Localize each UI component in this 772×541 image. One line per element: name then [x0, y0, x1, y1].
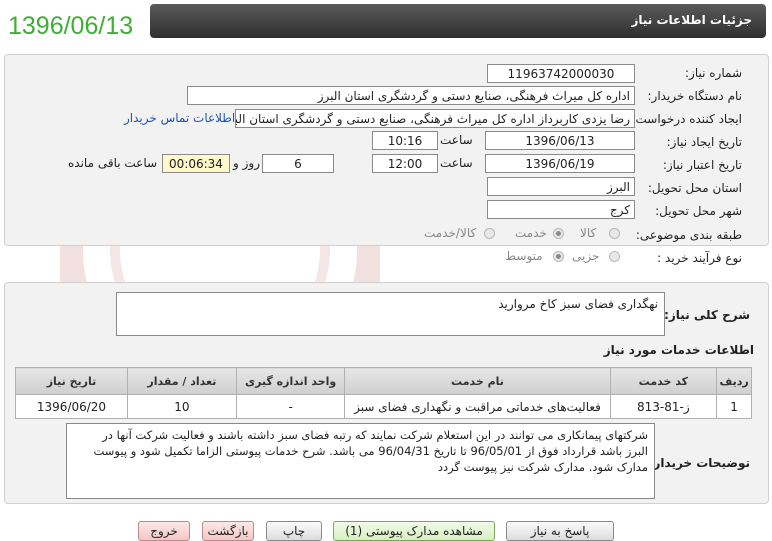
summary-field[interactable]: نهگداری فضای سبز کاخ مروارید	[116, 292, 665, 336]
process-option-minor: جزیی	[572, 249, 600, 263]
category-label: طبقه بندی موضوعی:	[635, 228, 742, 242]
back-button[interactable]: بازگشت	[202, 521, 254, 541]
province-field[interactable]: البرز	[487, 177, 635, 196]
need-number-label: شماره نیاز:	[685, 66, 742, 80]
buyer-notes-line-3: مدارک شود. مدارک شرکت نیز پیوست گردد	[437, 460, 648, 474]
cell-unit: -	[235, 394, 346, 419]
table-header-row: ردیف کد خدمت نام خدمت واحد اندازه گیری ت…	[15, 367, 752, 395]
col-row: ردیف	[716, 367, 752, 395]
summary-label: شرح کلی نیاز:	[664, 308, 750, 322]
cell-quantity: 10	[126, 394, 237, 419]
col-service-code: کد خدمت	[609, 367, 718, 395]
buyer-notes-line-2: البرز باشد قرارداد فوق از 96/05/01 تا تا…	[93, 444, 649, 458]
process-radio-minor[interactable]	[609, 251, 620, 262]
category-option-service: خدمت	[515, 226, 547, 240]
city-field[interactable]: کرج	[487, 200, 635, 219]
services-title: اطلاعات خدمات مورد نیاز	[603, 343, 754, 357]
print-button[interactable]: چاپ	[266, 521, 322, 541]
validity-time-field[interactable]: 12:00	[372, 154, 438, 173]
col-need-date: تاریخ نیاز	[15, 367, 128, 395]
category-radio-goods-service[interactable]	[484, 228, 495, 239]
services-table: ردیف کد خدمت نام خدمت واحد اندازه گیری ت…	[15, 367, 752, 419]
view-attachments-button[interactable]: مشاهده مدارک پیوستی (1)	[333, 521, 495, 541]
cell-need-date: 1396/06/20	[15, 394, 128, 419]
created-time-label: ساعت	[440, 133, 473, 147]
process-radio-medium[interactable]	[553, 251, 564, 262]
stamp-date: 1396/06/13	[8, 12, 134, 40]
created-date-field[interactable]: 1396/06/13	[485, 131, 635, 150]
cell-service-name: فعالیت‌های خدماتی مراقبت و نگهداری فضای …	[344, 394, 611, 419]
category-option-goods: کالا	[580, 226, 597, 240]
creator-field[interactable]: رضا یزدی کاربرداز اداره کل میراث فرهنگی،…	[235, 109, 635, 128]
cell-service-code: ز-81-813	[609, 394, 718, 419]
created-date-label: تاریخ ایجاد نیاز:	[666, 135, 742, 149]
creator-label: ایجاد کننده درخواست:	[631, 112, 742, 126]
process-option-medium: متوسط	[505, 249, 543, 263]
col-quantity: تعداد / مقدار	[126, 367, 237, 395]
page-title: جزئیات اطلاعات نیاز	[631, 13, 752, 27]
days-label: روز و	[233, 156, 260, 170]
buyer-org-label: نام دستگاه خریدار:	[647, 89, 743, 103]
time-remaining-field: 00:06:34	[162, 154, 230, 173]
validity-date-label: تاریخ اعتبار نیاز:	[662, 158, 742, 172]
category-option-goods-service: کالا/خدمت	[424, 226, 477, 240]
validity-date-field[interactable]: 1396/06/19	[485, 154, 635, 173]
city-label: شهر محل تحویل:	[655, 204, 742, 218]
created-time-field[interactable]: 10:16	[372, 131, 438, 150]
need-number-field[interactable]: 11963742000030	[487, 64, 635, 83]
cell-row: 1	[716, 394, 752, 419]
category-radio-service[interactable]	[553, 228, 564, 239]
days-remaining-field[interactable]: 6	[262, 154, 334, 173]
buyer-notes-label: توضیحات خریدار:	[648, 456, 750, 470]
col-service-name: نام خدمت	[344, 367, 611, 395]
reply-to-need-button[interactable]: پاسخ به نیاز	[506, 521, 614, 541]
province-label: استان محل تحویل:	[647, 181, 742, 195]
time-remaining-label: ساعت باقی مانده	[68, 156, 158, 170]
page-header: جزئیات اطلاعات نیاز	[150, 4, 766, 38]
col-unit: واحد اندازه گیری	[235, 367, 346, 395]
buyer-notes-field[interactable]: شرکتهای پیمانکاری می توانند در این استعل…	[66, 423, 655, 499]
buyer-notes-line-1: شرکتهای پیمانکاری می توانند در این استعل…	[102, 428, 648, 442]
exit-button[interactable]: خروج	[138, 521, 190, 541]
process-label: نوع فرآیند خرید :	[657, 251, 742, 265]
category-radio-goods[interactable]	[609, 228, 620, 239]
validity-time-label: ساعت	[440, 156, 473, 170]
table-row: 1 ز-81-813 فعالیت‌های خدماتی مراقبت و نگ…	[15, 394, 752, 419]
buyer-org-field[interactable]: اداره کل میراث فرهنگی، صنایع دستی و گردش…	[187, 86, 635, 105]
buyer-contact-link[interactable]: اطلاعات تماس خریدار	[124, 111, 235, 125]
